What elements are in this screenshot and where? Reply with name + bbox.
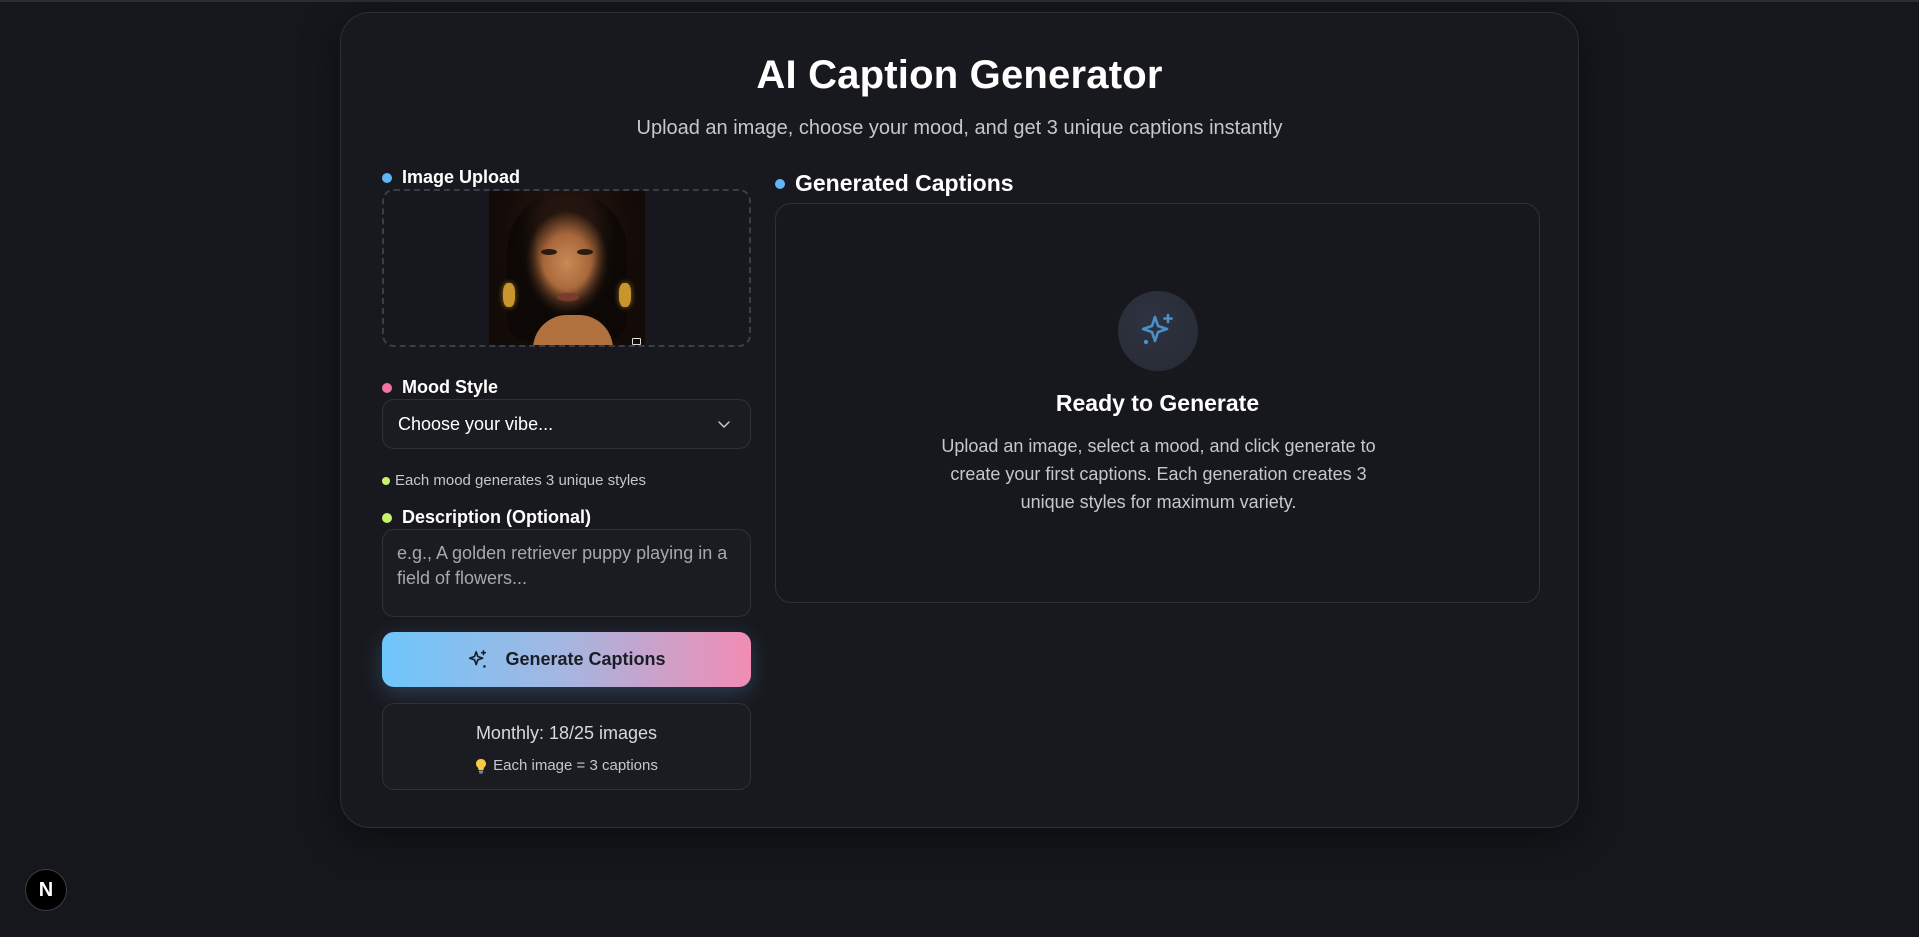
- generated-captions-label-text: Generated Captions: [795, 170, 1014, 196]
- sparkles-icon: [469, 649, 487, 668]
- usage-quota-panel: Monthly: 18/25 images Each image = 3 cap…: [382, 703, 751, 790]
- generate-captions-button[interactable]: Generate Captions: [382, 632, 751, 687]
- mood-style-label: Mood Style: [382, 377, 498, 398]
- blue-dot-icon: [382, 172, 392, 183]
- ready-description: Upload an image, select a mood, and clic…: [941, 436, 1376, 512]
- lightbulb-icon: [476, 758, 487, 773]
- green-dot-icon: [382, 476, 390, 485]
- quota-tip-text: Each image = 3 captions: [493, 757, 658, 774]
- nextjs-devtools-button[interactable]: N: [25, 869, 67, 911]
- captions-output-panel: Ready to Generate Upload an image, selec…: [775, 203, 1540, 603]
- image-badge-icon: [632, 338, 641, 345]
- ready-title: Ready to Generate: [1055, 390, 1260, 416]
- ready-icon-circle: [1118, 291, 1198, 371]
- nextjs-logo-letter: N: [38, 878, 54, 901]
- uploaded-image-preview: [489, 191, 645, 345]
- sparkles-icon: [1141, 313, 1173, 345]
- top-border: [0, 0, 1919, 2]
- generate-captions-label: Generate Captions: [505, 649, 666, 669]
- quota-tip: Each image = 3 captions: [383, 757, 750, 774]
- image-upload-label-text: Image Upload: [402, 167, 521, 187]
- description-label: Description (Optional): [382, 507, 591, 528]
- mood-style-label-text: Mood Style: [402, 377, 499, 397]
- mood-hint: Each mood generates 3 unique styles: [382, 472, 646, 489]
- blue-dot-icon: [775, 178, 785, 189]
- page-title: AI Caption Generator: [756, 53, 1163, 97]
- image-upload-label: Image Upload: [382, 167, 520, 188]
- generated-captions-label: Generated Captions: [775, 170, 1014, 197]
- description-label-text: Description (Optional): [402, 507, 591, 527]
- page-subtitle: Upload an image, choose your mood, and g…: [636, 117, 1283, 139]
- green-dot-icon: [382, 512, 392, 523]
- image-upload-dropzone[interactable]: [382, 189, 751, 347]
- mood-select[interactable]: Choose your vibe...: [382, 399, 751, 449]
- pink-dot-icon: [382, 382, 392, 393]
- description-input[interactable]: [382, 529, 751, 617]
- generator-card: AI Caption Generator Upload an image, ch…: [340, 12, 1579, 828]
- monthly-usage: Monthly: 18/25 images: [475, 723, 658, 743]
- mood-select-value: Choose your vibe...: [398, 413, 554, 434]
- mood-hint-text: Each mood generates 3 unique styles: [395, 472, 646, 489]
- chevron-down-icon: [718, 421, 730, 428]
